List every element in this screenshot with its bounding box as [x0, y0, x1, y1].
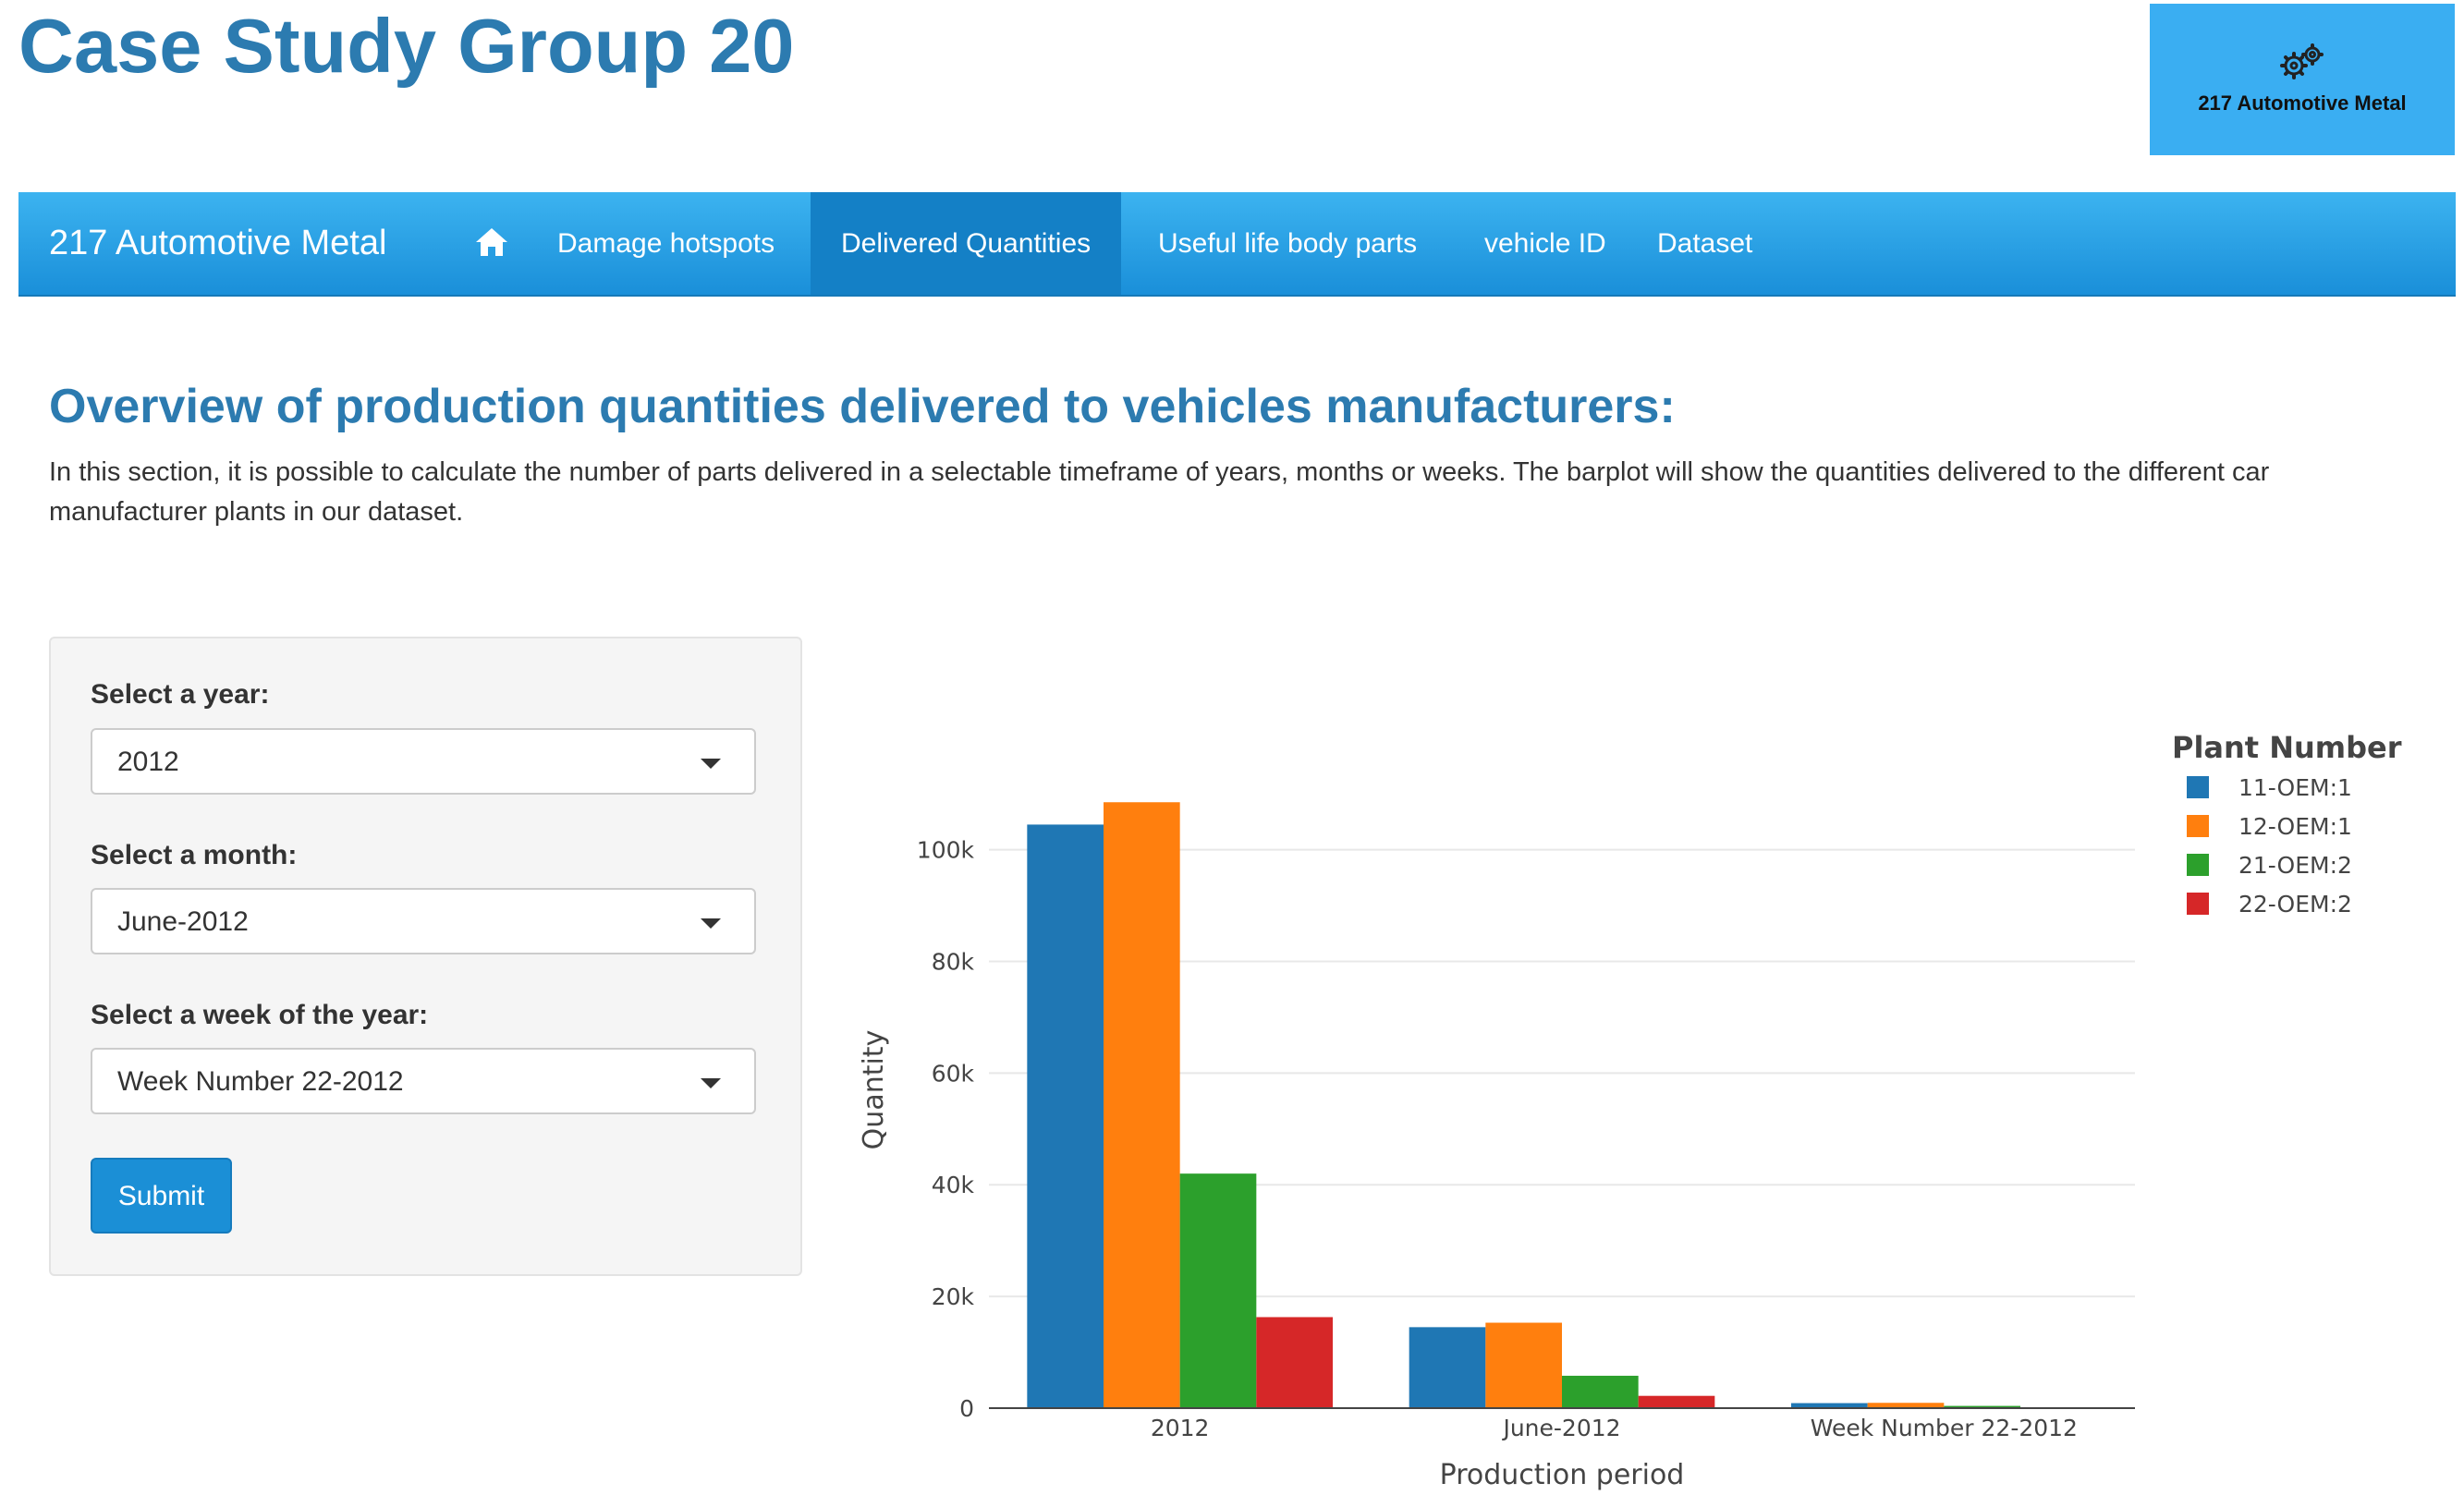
x-tick-label: 2012 — [1151, 1415, 1210, 1441]
month-select-value: June-2012 — [117, 906, 249, 937]
logo-text: 217 Automotive Metal — [2198, 91, 2407, 115]
bar — [1179, 1173, 1257, 1408]
y-tick-label: 100k — [917, 837, 975, 864]
week-select[interactable]: Week Number 22-2012 — [91, 1048, 756, 1114]
legend-label: 21-OEM:2 — [2238, 852, 2352, 879]
submit-button[interactable]: Submit — [91, 1158, 232, 1234]
month-select[interactable]: June-2012 — [91, 888, 756, 954]
x-tick-label: Week Number 22-2012 — [1811, 1415, 2078, 1441]
y-tick-label: 0 — [959, 1395, 974, 1422]
month-label: Select a month: — [91, 840, 298, 870]
legend-swatch — [2187, 893, 2209, 915]
nav-tab-delivered-quantities[interactable]: Delivered Quantities — [811, 192, 1122, 295]
legend-label: 11-OEM:1 — [2238, 774, 2352, 801]
legend-swatch — [2187, 815, 2209, 837]
section-description: In this section, it is possible to calcu… — [49, 457, 2270, 527]
gears-icon — [2280, 43, 2324, 79]
legend-label: 12-OEM:1 — [2238, 813, 2352, 840]
bar — [1027, 824, 1104, 1408]
chevron-down-icon — [701, 759, 721, 769]
nav-home[interactable] — [444, 192, 540, 295]
legend-title: Plant Number — [2172, 730, 2402, 765]
year-select[interactable]: 2012 — [91, 728, 756, 795]
y-tick-label: 20k — [932, 1283, 975, 1310]
navbar-brand[interactable]: 217 Automotive Metal — [49, 192, 386, 295]
legend-swatch — [2187, 854, 2209, 876]
bar — [1485, 1322, 1562, 1408]
section-heading: Overview of production quantities delive… — [49, 380, 1676, 433]
chevron-down-icon — [701, 918, 721, 929]
week-select-value: Week Number 22-2012 — [117, 1066, 404, 1097]
x-axis-title: Production period — [1440, 1459, 1685, 1491]
y-axis-title: Quantity — [858, 1030, 890, 1150]
input-panel: Select a year: 2012 Select a month: June… — [49, 637, 802, 1276]
home-icon — [476, 228, 507, 257]
year-label: Select a year: — [91, 679, 270, 710]
y-tick-label: 80k — [932, 948, 975, 975]
page-title: Case Study Group 20 — [18, 3, 795, 89]
x-tick-label: June-2012 — [1501, 1415, 1620, 1441]
legend-swatch — [2187, 776, 2209, 798]
chevron-down-icon — [701, 1078, 721, 1088]
nav-tab-useful-life-body-parts[interactable]: Useful life body parts — [1128, 192, 1447, 295]
nav-tab-damage-hotspots[interactable]: Damage hotspots — [527, 192, 805, 295]
nav-tab-dataset[interactable]: Dataset — [1627, 192, 1783, 295]
y-tick-label: 40k — [932, 1172, 975, 1198]
navbar: 217 Automotive Metal Damage hotspots Del… — [18, 192, 2456, 297]
bar-chart: 0 20k 40k 60k 80k 100k 2012 June-2012 Week Numbe… — [858, 730, 2402, 1491]
bar — [1409, 1327, 1486, 1408]
year-select-value: 2012 — [117, 747, 179, 777]
bar — [1256, 1317, 1333, 1408]
logo: 217 Automotive Metal — [2150, 4, 2455, 155]
nav-tab-vehicle-id[interactable]: vehicle ID — [1454, 192, 1637, 295]
y-tick-label: 60k — [932, 1060, 975, 1087]
week-label: Select a week of the year: — [91, 1000, 429, 1030]
legend-label: 22-OEM:2 — [2238, 891, 2352, 918]
bar — [1562, 1375, 1639, 1408]
bar — [1638, 1395, 1715, 1408]
bar — [1104, 802, 1180, 1408]
